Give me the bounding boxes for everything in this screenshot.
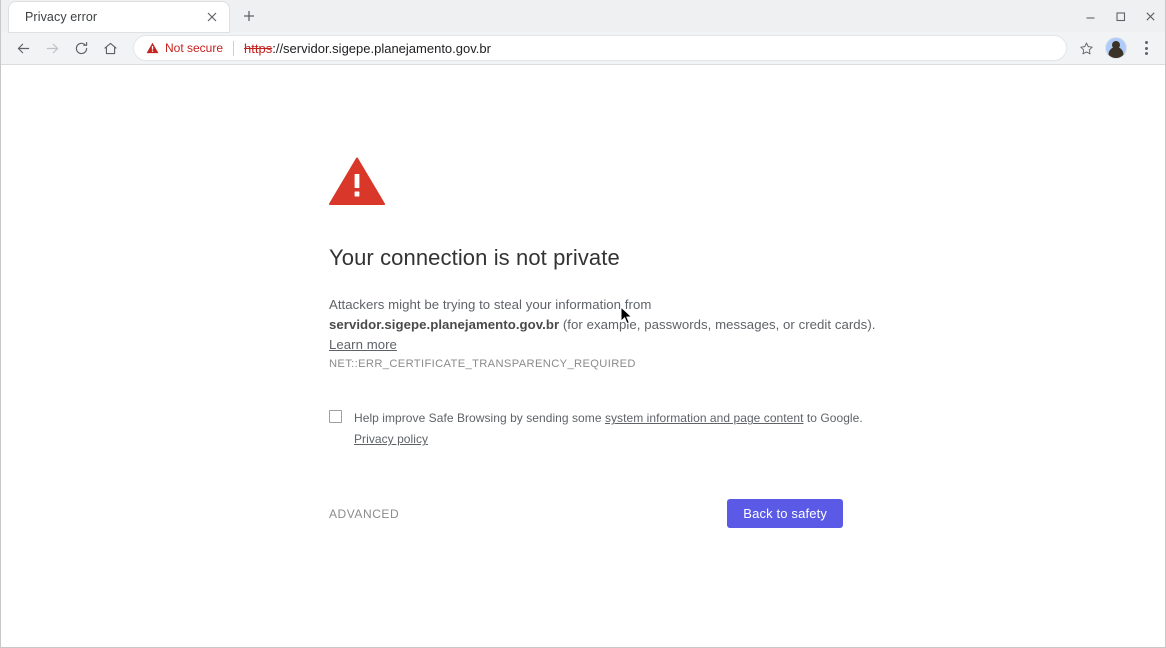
minimize-icon	[1086, 16, 1094, 19]
warning-triangle-icon	[329, 157, 385, 206]
bookmark-star-icon[interactable]	[1073, 35, 1099, 61]
menu-dot	[1144, 52, 1148, 55]
privacy-policy-link[interactable]: Privacy policy	[354, 432, 428, 446]
security-status-text: Not secure	[165, 41, 224, 55]
page-viewport: Your connection is not private Attackers…	[1, 65, 1165, 647]
advanced-button[interactable]: ADVANCED	[329, 501, 399, 527]
url-rest: ://servidor.sigepe.planejamento.gov.br	[272, 40, 491, 56]
error-description-line1: Attackers might be trying to steal your …	[329, 296, 652, 312]
arrow-right-icon	[46, 43, 58, 53]
menu-dot	[1144, 41, 1148, 44]
safe-browsing-checkbox[interactable]	[329, 410, 342, 424]
arrow-left-icon	[17, 43, 29, 53]
ssl-interstitial: Your connection is not private Attackers…	[329, 157, 929, 529]
browser-window: Privacy error Not secure https://servido…	[0, 0, 1166, 648]
error-code: NET::ERR_CERTIFICATE_TRANSPARENCY_REQUIR…	[329, 358, 636, 371]
error-host: servidor.sigepe.planejamento.gov.br	[329, 316, 560, 332]
safe-browsing-optin-row: Help improve Safe Browsing by sending so…	[329, 408, 929, 450]
close-tab-icon[interactable]	[203, 8, 221, 26]
avatar-body	[1108, 47, 1124, 58]
maximize-button[interactable]	[1105, 0, 1135, 32]
forward-button[interactable]	[38, 34, 66, 62]
reload-button[interactable]	[67, 34, 95, 62]
interstitial-actions: ADVANCED Back to safety	[329, 499, 843, 529]
not-secure-warning-icon	[146, 42, 159, 54]
menu-dot	[1144, 46, 1148, 50]
url-scheme: https	[244, 40, 273, 56]
new-tab-button[interactable]	[235, 2, 263, 30]
learn-more-link[interactable]: Learn more	[329, 337, 397, 352]
minimize-button[interactable]	[1075, 0, 1105, 32]
url-text: https://servidor.sigepe.planejamento.gov…	[244, 41, 491, 56]
browser-tab[interactable]: Privacy error	[9, 2, 229, 32]
tab-strip: Privacy error	[1, 0, 1165, 32]
error-description: Attackers might be trying to steal your …	[329, 295, 929, 356]
back-to-safety-button[interactable]: Back to safety	[727, 499, 843, 529]
close-window-button[interactable]	[1135, 0, 1165, 32]
optin-prefix: Help improve Safe Browsing by sending so…	[354, 411, 605, 426]
safe-browsing-optin-text: Help improve Safe Browsing by sending so…	[354, 408, 863, 450]
privacy-policy-wrap: Privacy policy	[354, 429, 863, 450]
browser-toolbar: Not secure https://servidor.sigepe.plane…	[1, 32, 1165, 65]
home-button[interactable]	[96, 34, 124, 62]
chrome-menu-button[interactable]	[1133, 35, 1159, 61]
address-bar[interactable]: Not secure https://servidor.sigepe.plane…	[133, 35, 1067, 61]
profile-avatar[interactable]	[1105, 37, 1127, 59]
close-icon	[1145, 11, 1155, 21]
page-title: Your connection is not private	[329, 245, 620, 270]
system-information-link[interactable]: system information and page content	[605, 411, 804, 425]
security-status-chip[interactable]: Not secure	[146, 41, 231, 55]
reload-icon	[75, 41, 87, 54]
optin-suffix: to Google.	[803, 411, 863, 426]
window-controls	[1075, 0, 1165, 32]
maximize-icon	[1115, 11, 1125, 21]
plus-icon	[244, 11, 254, 21]
omnibox-separator	[233, 40, 235, 56]
tab-title: Privacy error	[25, 10, 98, 24]
toolbar-actions	[1073, 35, 1159, 61]
error-description-line2-tail: (for example, passwords, messages, or cr…	[559, 316, 876, 332]
back-button[interactable]	[9, 34, 37, 62]
home-icon	[103, 42, 117, 54]
